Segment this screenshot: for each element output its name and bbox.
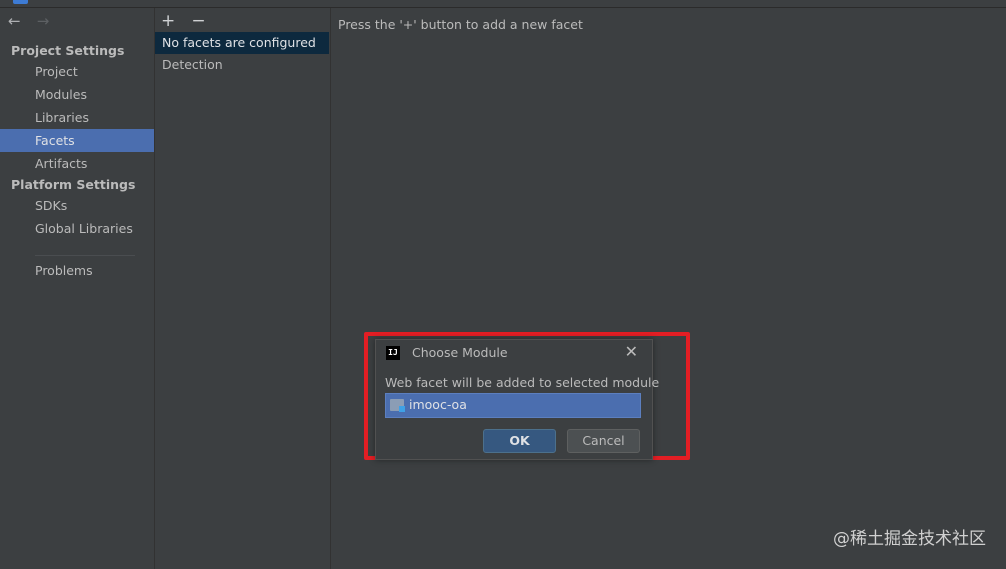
module-list-item[interactable]: imooc-oa	[385, 393, 641, 418]
choose-module-dialog: IJ Choose Module ✕ Web facet will be add…	[375, 339, 659, 460]
dialog-message: Web facet will be added to selected modu…	[385, 375, 660, 390]
sidebar-item-modules[interactable]: Modules	[0, 83, 154, 106]
add-facet-hint: Press the '+' button to add a new facet	[338, 17, 583, 32]
settings-sidebar: ← → Project Settings Project Modules Lib…	[0, 8, 155, 569]
sidebar-item-libraries[interactable]: Libraries	[0, 106, 154, 129]
sidebar-item-facets[interactable]: Facets	[0, 129, 154, 152]
back-arrow-icon[interactable]: ←	[8, 12, 21, 30]
watermark: @稀土掘金技术社区	[833, 529, 986, 549]
sidebar-item-problems[interactable]: Problems	[0, 259, 154, 282]
cancel-button[interactable]: Cancel	[567, 429, 640, 453]
title-bar	[0, 0, 1006, 8]
project-settings-heading: Project Settings	[11, 43, 125, 58]
sidebar-item-sdks[interactable]: SDKs	[0, 194, 154, 217]
sidebar-item-artifacts[interactable]: Artifacts	[0, 152, 154, 175]
module-name: imooc-oa	[409, 397, 467, 412]
facet-details-panel: Press the '+' button to add a new facet	[331, 8, 1006, 569]
list-item-no-facets[interactable]: No facets are configured	[155, 32, 329, 54]
intellij-icon: IJ	[386, 346, 400, 360]
close-icon[interactable]: ✕	[625, 342, 638, 361]
list-item-detection[interactable]: Detection	[155, 54, 329, 76]
platform-settings-heading: Platform Settings	[11, 177, 136, 192]
app-icon	[13, 0, 28, 4]
dialog-title: Choose Module	[412, 345, 508, 360]
ok-button[interactable]: OK	[483, 429, 556, 453]
forward-arrow-icon[interactable]: →	[37, 12, 50, 30]
sidebar-divider	[35, 255, 135, 256]
module-folder-icon	[390, 399, 405, 412]
sidebar-item-project[interactable]: Project	[0, 60, 154, 83]
facets-toolbar: + −	[161, 10, 218, 32]
navigation-arrows: ← →	[8, 12, 61, 32]
facets-list-panel: + − No facets are configured Detection	[155, 8, 331, 569]
sidebar-item-global-libraries[interactable]: Global Libraries	[0, 217, 154, 240]
add-icon[interactable]: +	[161, 10, 175, 32]
remove-icon[interactable]: −	[191, 10, 205, 32]
